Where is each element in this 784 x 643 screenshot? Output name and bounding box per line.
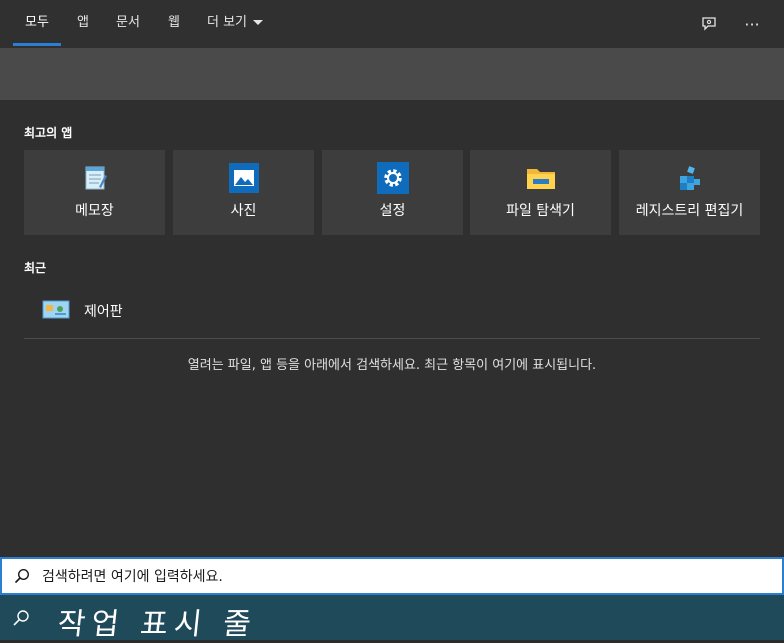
notepad-icon <box>79 162 111 194</box>
app-tile-registry-editor[interactable]: 레지스트리 편집기 <box>619 150 760 235</box>
tab-web[interactable]: 웹 <box>168 0 180 48</box>
taskbar-label: 작업 표시 줄 <box>55 607 259 642</box>
search-tabs-bar: 모두 앱 문서 웹 더 보기 ··· <box>0 0 784 48</box>
tab-more-label: 더 보기 <box>207 15 248 30</box>
control-panel-icon <box>42 300 70 320</box>
folder-icon <box>525 162 557 194</box>
photos-icon <box>228 162 260 194</box>
settings-gear-icon <box>376 162 409 194</box>
search-icon <box>14 568 30 584</box>
recent-heading: 최근 <box>24 261 47 275</box>
search-box[interactable] <box>0 557 784 595</box>
search-icon[interactable] <box>12 609 30 627</box>
app-tile-file-explorer[interactable]: 파일 탐색기 <box>470 150 611 235</box>
header-band <box>0 48 784 100</box>
app-tile-label: 사진 <box>230 203 257 219</box>
chevron-down-icon <box>253 20 264 25</box>
app-tile-label: 파일 탐색기 <box>506 203 575 219</box>
app-tile-label: 설정 <box>379 203 406 219</box>
app-tile-settings[interactable]: 설정 <box>322 150 463 235</box>
recent-item-control-panel[interactable]: 제어판 <box>24 292 760 328</box>
empty-state-hint: 열려는 파일, 앱 등을 아래에서 검색하세요. 최근 항목이 여기에 표시됩니… <box>187 358 597 373</box>
search-input[interactable] <box>40 565 744 589</box>
tab-documents[interactable]: 문서 <box>116 0 140 48</box>
app-tile-label: 레지스트리 편집기 <box>635 203 744 219</box>
app-tile-label: 메모장 <box>75 203 114 219</box>
top-apps-heading: 최고의 앱 <box>24 126 73 140</box>
taskbar: 작업 표시 줄 <box>0 595 784 642</box>
tab-apps[interactable]: 앱 <box>77 0 89 48</box>
tab-all[interactable]: 모두 <box>13 0 61 48</box>
more-options-icon[interactable]: ··· <box>740 12 764 36</box>
divider <box>24 338 760 339</box>
app-tile-photos[interactable]: 사진 <box>173 150 314 235</box>
app-tile-notepad[interactable]: 메모장 <box>24 150 165 235</box>
recent-item-label: 제어판 <box>84 304 123 320</box>
tab-more[interactable]: 더 보기 <box>207 0 264 48</box>
registry-icon <box>674 162 706 194</box>
feedback-icon[interactable] <box>698 12 722 36</box>
